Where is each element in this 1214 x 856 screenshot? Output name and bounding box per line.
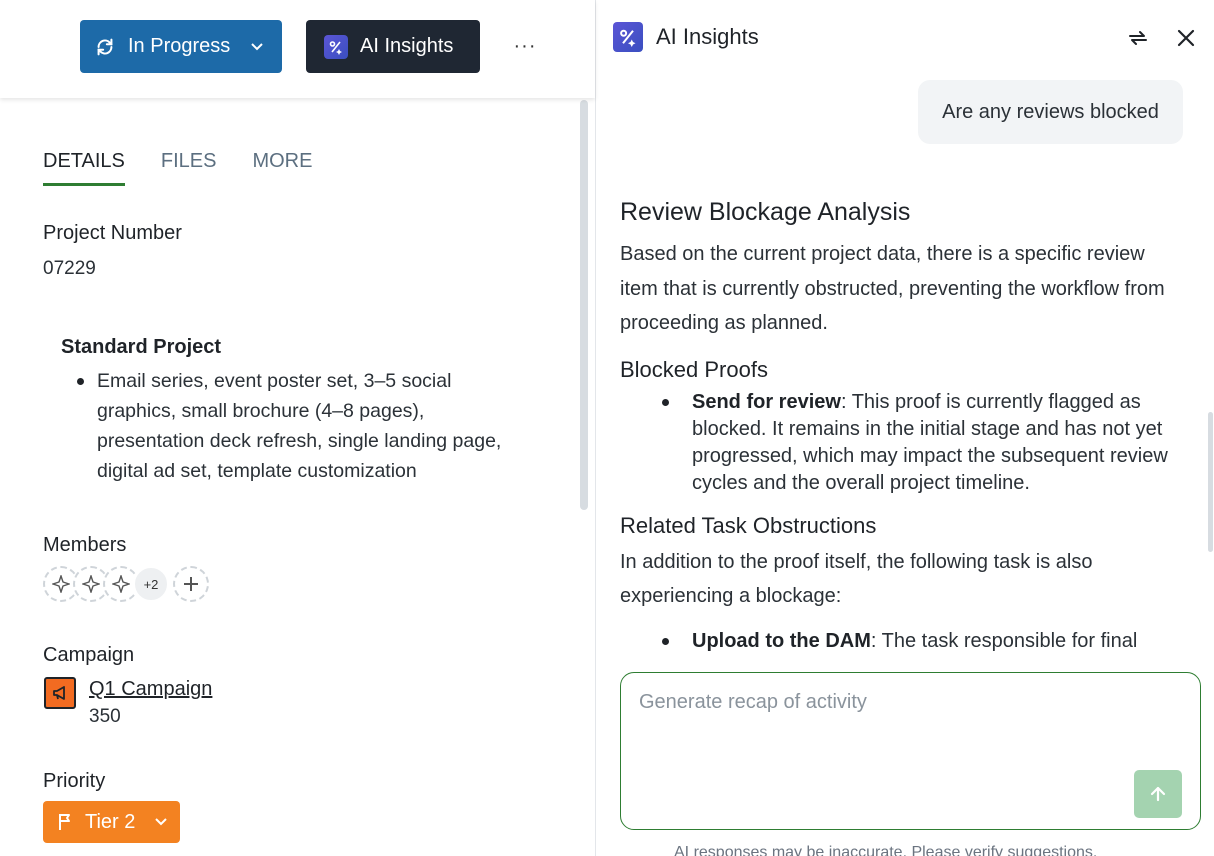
item-text: : The task responsible for final <box>870 629 1138 652</box>
plus-icon <box>184 577 198 591</box>
list-item: Send for review: This proof is currently… <box>662 389 1170 497</box>
tab-more[interactable]: MORE <box>252 150 312 186</box>
blocked-proofs-list: Send for review: This proof is currently… <box>620 389 1170 497</box>
status-label: In Progress <box>128 35 231 57</box>
sparkle-avatar-icon <box>52 575 70 593</box>
section-title-blocked-proofs: Blocked Proofs <box>620 356 768 382</box>
add-member-button[interactable] <box>173 566 209 602</box>
ai-prompt-input[interactable] <box>639 691 1159 731</box>
progress-cycle-icon <box>97 38 113 55</box>
section-title-related-tasks: Related Task Obstructions <box>620 512 877 538</box>
campaign-link[interactable]: Q1 Campaign <box>89 678 212 701</box>
ai-sparkle-logo-icon <box>613 22 643 52</box>
status-dropdown-button[interactable]: In Progress <box>80 20 282 73</box>
ellipsis-icon: ··· <box>513 34 537 57</box>
ai-response: Review Blockage Analysis Based on the cu… <box>620 198 1170 655</box>
campaign-number: 350 <box>89 706 121 727</box>
members-overflow-count[interactable]: +2 <box>133 566 169 602</box>
ai-prompt-box <box>620 672 1201 830</box>
members-avatars: +2 <box>43 566 209 602</box>
chevron-down-icon <box>155 818 167 826</box>
standard-project-title: Standard Project <box>61 336 222 358</box>
list-item: Email series, event poster set, 3–5 soci… <box>77 366 517 486</box>
members-label: Members <box>43 534 127 556</box>
details-scrollbar[interactable] <box>580 100 588 510</box>
flag-icon <box>59 814 70 830</box>
sparkle-avatar-icon <box>112 575 130 593</box>
project-number-label: Project Number <box>43 222 182 244</box>
chevron-down-icon <box>251 42 263 50</box>
project-details-panel: In Progress AI Insights ··· DETAILS FILE… <box>0 0 595 856</box>
project-number-value: 07229 <box>43 258 96 279</box>
response-heading: Review Blockage Analysis <box>620 198 911 226</box>
ai-insights-label: AI Insights <box>360 35 454 57</box>
details-tabs: DETAILS FILES MORE <box>43 150 312 186</box>
priority-dropdown-button[interactable]: Tier 2 <box>43 801 180 843</box>
tab-details[interactable]: DETAILS <box>43 150 125 186</box>
priority-label: Priority <box>43 770 106 792</box>
tab-files[interactable]: FILES <box>161 150 217 186</box>
project-toolbar: In Progress AI Insights ··· <box>0 0 595 98</box>
related-tasks-list: Upload to the DAM: The task responsible … <box>620 628 1170 655</box>
ai-insights-button[interactable]: AI Insights <box>306 20 480 73</box>
sparkle-avatar-icon <box>82 575 100 593</box>
item-bold: Upload to the DAM <box>692 629 871 652</box>
megaphone-icon <box>44 677 76 709</box>
priority-value: Tier 2 <box>85 810 136 833</box>
item-bold: Send for review <box>692 390 841 413</box>
close-icon[interactable] <box>1174 26 1198 50</box>
more-options-button[interactable]: ··· <box>508 30 542 62</box>
send-button[interactable] <box>1134 770 1182 818</box>
ai-insights-panel: AI Insights Are any reviews blocked Revi… <box>595 0 1214 856</box>
swap-arrows-icon[interactable] <box>1126 26 1150 50</box>
arrow-up-icon <box>1150 786 1166 802</box>
ai-sparkle-logo-icon <box>324 34 348 59</box>
ai-panel-title: AI Insights <box>656 24 759 49</box>
campaign-label: Campaign <box>43 644 135 666</box>
ai-disclaimer: AI responses may be inaccurate. Please v… <box>674 844 1098 856</box>
section2-intro: In addition to the proof itself, the fol… <box>620 550 1093 608</box>
standard-project-list: Email series, event poster set, 3–5 soci… <box>77 366 517 486</box>
user-message-bubble: Are any reviews blocked <box>918 80 1183 144</box>
response-intro: Based on the current project data, there… <box>620 243 1165 334</box>
list-item: Upload to the DAM: The task responsible … <box>662 628 1170 655</box>
ai-panel-scrollbar[interactable] <box>1208 412 1213 552</box>
ai-panel-header: AI Insights <box>613 22 759 52</box>
